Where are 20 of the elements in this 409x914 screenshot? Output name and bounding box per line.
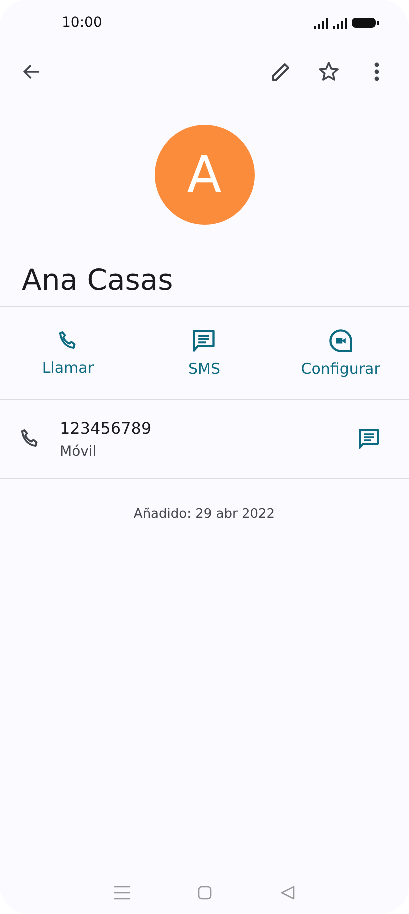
action-button[interactable]: Llamar — [0, 307, 136, 399]
message-icon — [191, 328, 218, 354]
action-button[interactable]: SMS — [136, 307, 273, 399]
signal-icon — [333, 18, 347, 28]
added-date: Añadido: 29 abr 2022 — [132, 507, 276, 522]
signal-icon — [314, 18, 328, 28]
video-call-icon — [328, 328, 354, 354]
message-icon — [357, 426, 381, 452]
home-icon[interactable] — [198, 886, 212, 900]
menu-icon[interactable] — [114, 886, 130, 900]
more-icon — [374, 62, 380, 82]
back-icon[interactable] — [280, 886, 295, 900]
contact-name: Ana Casas — [21, 262, 174, 299]
status-time: 10:00 — [62, 15, 102, 31]
phone-type: Móvil — [60, 444, 98, 460]
phone-number: 123456789 — [60, 418, 153, 438]
contact-avatar: A — [154, 125, 254, 225]
star-icon — [317, 60, 341, 84]
action-button[interactable]: Configurar — [272, 307, 409, 399]
battery-icon — [352, 18, 379, 28]
